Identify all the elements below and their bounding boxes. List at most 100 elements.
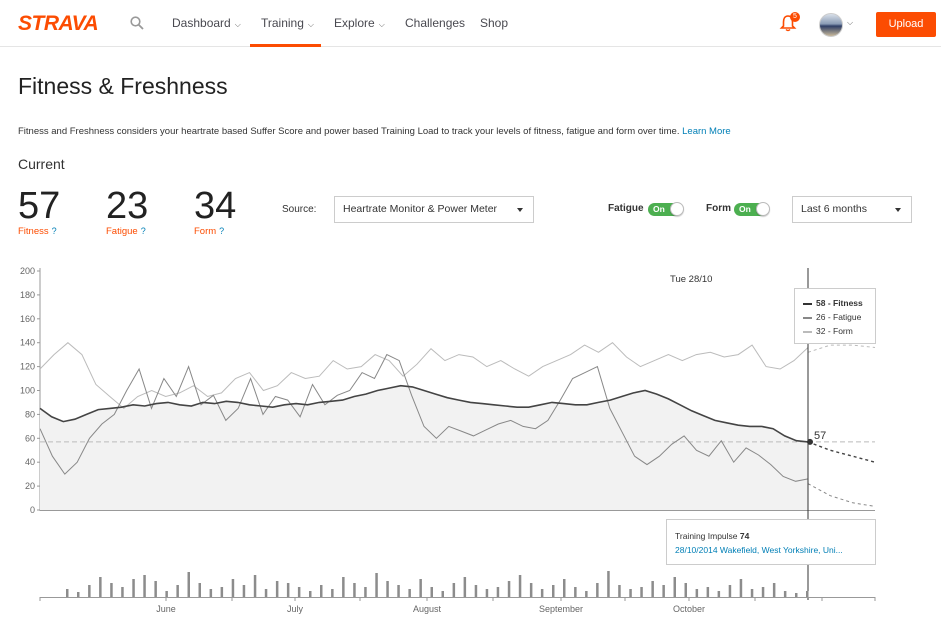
x-month-label: July [287,604,304,614]
range-select[interactable]: Last 6 months [792,196,912,223]
training-impulse-bar [154,581,157,597]
training-impulse-bar [618,585,621,597]
top-navigation: STRAVA Dashboard ⌵ Training ⌵ Explore ⌵ Cha… [0,0,941,47]
training-impulse-bar [772,583,776,597]
projection-line [807,441,876,463]
training-impulse-tooltip: Training Impulse 74 28/10/2014 Wakefield… [666,519,876,565]
fatigue-toggle-label: Fatigue [608,203,644,214]
training-impulse-bar [629,589,632,597]
training-impulse-bar [684,583,687,597]
nav-shop[interactable]: Shop [480,16,508,30]
training-impulse-bar [231,579,235,597]
x-month-label: September [539,604,583,614]
source-select[interactable]: Heartrate Monitor & Power Meter [334,196,534,223]
form-value: 34 [194,185,237,227]
training-impulse-bar [728,585,732,597]
training-impulse-bar [673,577,676,597]
training-impulse-bar [253,575,257,597]
training-impulse-bar [430,587,433,597]
fatigue-toggle[interactable]: On [648,202,684,216]
projection-line [807,344,876,353]
training-impulse-bar [320,585,323,597]
training-impulse-bar [187,572,190,597]
source-label: Source: [282,204,317,215]
y-tick-label: 140 [20,338,35,348]
training-impulse-bar [795,593,798,597]
training-impulse-bar [585,591,588,597]
form-label: Form [194,226,217,237]
x-month-label: October [673,604,705,614]
training-impulse-bar [563,579,566,597]
avatar[interactable] [819,13,843,37]
nav-dashboard[interactable]: Dashboard ⌵ [172,16,241,30]
projection-line [807,483,876,507]
caret-down-icon [517,208,523,212]
training-impulse-bar [761,587,765,597]
y-tick-label: 60 [25,433,35,443]
training-impulse-bar [441,591,444,597]
training-impulse-bar [264,589,268,597]
training-impulse-bar [507,581,511,597]
training-impulse-bar [640,587,643,597]
strava-logo[interactable]: STRAVA [18,12,99,36]
search-icon[interactable] [130,16,144,30]
notification-badge: 5 [790,12,800,22]
y-tick-label: 20 [25,481,35,491]
intro-text: Fitness and Freshness considers your hea… [18,126,731,137]
chart-legend-tooltip: 58 - Fitness 26 - Fatigue 32 - Form [794,288,876,344]
active-tab-indicator [250,44,321,47]
training-impulse-bar [397,585,400,597]
training-impulse-bar [176,585,179,597]
training-impulse-bar [408,589,411,597]
fitness-swatch [803,302,812,305]
form-help-link[interactable]: ? [219,226,224,236]
x-month-label: June [156,604,176,614]
toggle-knob [670,202,684,216]
training-impulse-bar [695,589,699,597]
page-title: Fitness & Freshness [18,73,228,99]
fitness-help-link[interactable]: ? [52,226,57,236]
training-impulse-bar [121,587,124,597]
training-impulse-bar [198,583,201,597]
fitness-label: Fitness [18,226,49,237]
activity-link[interactable]: 28/10/2014 Wakefield, West Yorkshire, Un… [675,545,843,555]
y-tick-label: 100 [20,386,35,396]
training-impulse-bar [386,581,389,597]
y-tick-label: 200 [20,266,35,276]
training-impulse-bar [364,587,367,597]
training-impulse-bar [132,579,135,597]
fatigue-value: 23 [106,185,149,227]
training-impulse-bar [297,587,301,597]
training-impulse-bar [452,583,456,597]
training-impulse-bar [706,587,710,597]
training-impulse-bar [220,587,224,597]
training-impulse-bar [309,591,312,597]
nav-challenges[interactable]: Challenges [405,16,465,30]
training-impulse-bar [463,577,467,597]
fatigue-label: Fatigue [106,226,138,237]
training-impulse-bar [209,589,213,597]
training-impulse-bar [607,571,610,597]
nav-explore[interactable]: Explore ⌵ [334,16,385,30]
form-stat: 34 Form? [194,186,236,237]
nav-training[interactable]: Training ⌵ [261,16,314,30]
training-impulse-bar [651,581,654,597]
fatigue-help-link[interactable]: ? [141,226,146,236]
training-impulse-bar [596,583,599,597]
training-impulse-bar [750,589,754,597]
chevron-down-icon: ⌵ [234,20,241,29]
form-toggle[interactable]: On [734,202,770,216]
chevron-down-icon[interactable]: ⌵ [847,18,853,28]
form-toggle-label: Form [706,203,731,214]
training-impulse-bar [143,575,146,597]
fatigue-swatch [803,317,812,319]
y-tick-label: 120 [20,362,35,372]
form-swatch [803,331,812,333]
chevron-down-icon: ⌵ [307,20,314,29]
upload-button[interactable]: Upload [876,12,936,37]
toggle-knob [756,202,770,216]
training-impulse-bar [518,575,522,597]
learn-more-link[interactable]: Learn More [682,126,731,137]
training-impulse-bar [342,577,345,597]
fatigue-stat: 23 Fatigue? [106,186,148,237]
